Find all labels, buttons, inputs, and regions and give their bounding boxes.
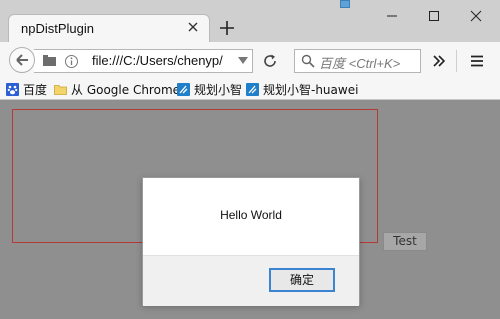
reload-icon[interactable] xyxy=(262,53,278,69)
search-placeholder: 百度 <Ctrl+K> xyxy=(319,56,401,71)
alert-dialog: Hello World 确定 xyxy=(142,177,360,306)
url-text[interactable]: file:///C:/Users/chenyp/ xyxy=(92,53,232,68)
arrow-left-icon xyxy=(16,54,28,66)
close-icon[interactable] xyxy=(185,19,201,35)
window-close-icon[interactable] xyxy=(466,6,486,26)
baidu-paw-icon xyxy=(6,82,19,96)
bookmark-label: 规划小智-huawei xyxy=(263,82,359,97)
search-bar[interactable]: 百度 <Ctrl+K> xyxy=(294,49,421,73)
page-identity-icon[interactable] xyxy=(42,54,57,68)
maximize-icon[interactable] xyxy=(424,6,444,26)
app-icon xyxy=(177,82,190,96)
minimize-icon[interactable] xyxy=(382,6,402,26)
ok-button[interactable]: 确定 xyxy=(269,268,335,292)
navigation-bar: file:///C:/Users/chenyp/ 百度 <Ctrl+K> xyxy=(0,42,500,79)
bookmark-folder-chrome[interactable]: 从 Google Chrome xyxy=(54,81,180,97)
tab-active[interactable]: npDistPlugin xyxy=(8,14,210,42)
info-icon[interactable] xyxy=(64,54,79,69)
hamburger-menu-icon[interactable] xyxy=(470,54,484,68)
taskbar-indicator xyxy=(340,0,350,8)
test-button[interactable]: Test xyxy=(383,232,427,251)
back-button[interactable] xyxy=(9,47,35,73)
app-icon xyxy=(246,82,259,96)
double-chevron-right-icon[interactable] xyxy=(432,54,446,68)
toolbar-divider xyxy=(456,50,457,72)
folder-icon xyxy=(54,84,67,95)
bookmark-label: 规划小智 xyxy=(194,82,243,97)
dialog-footer: 确定 xyxy=(143,255,359,306)
bookmark-label: 百度 xyxy=(23,82,48,97)
search-icon xyxy=(301,54,315,68)
bookmark-guihua-huawei[interactable]: 规划小智-huawei xyxy=(246,81,358,97)
bookmark-label: 从 Google Chrome xyxy=(71,82,181,97)
dialog-message: Hello World xyxy=(220,208,282,222)
chevron-down-icon[interactable] xyxy=(238,57,248,65)
new-tab-icon[interactable] xyxy=(218,19,236,37)
bookmark-baidu[interactable]: 百度 xyxy=(6,81,47,97)
tab-title: npDistPlugin xyxy=(21,21,94,36)
page-content: Test Hello World 确定 xyxy=(0,100,500,319)
bookmark-guihua[interactable]: 规划小智 xyxy=(177,81,242,97)
url-bar[interactable]: file:///C:/Users/chenyp/ xyxy=(34,49,253,73)
title-bar: npDistPlugin xyxy=(0,0,500,42)
bookmarks-bar: 百度 从 Google Chrome 规划小智 规划小智-huawei xyxy=(0,79,500,100)
